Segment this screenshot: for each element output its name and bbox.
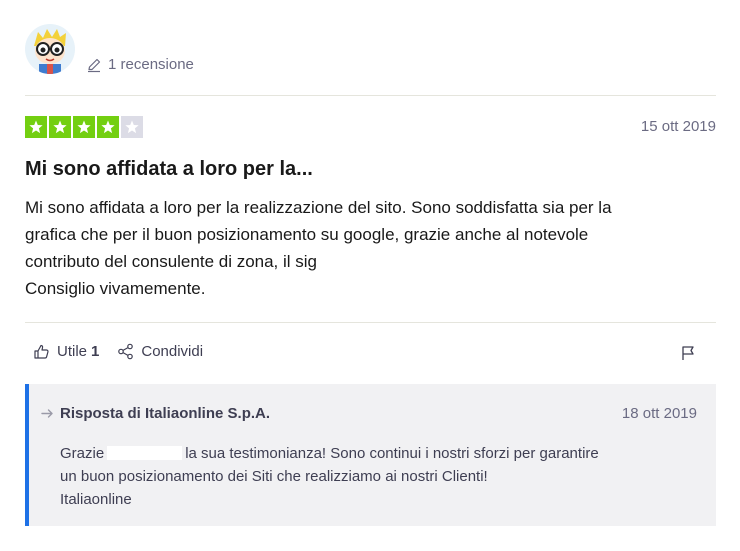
divider <box>25 95 716 96</box>
reviewer-avatar[interactable] <box>25 24 75 74</box>
review-body-line: grafica che per il buon posizionamento s… <box>25 225 589 244</box>
reply-line: un buon posizionamento dei Siti che real… <box>60 468 488 485</box>
review-title[interactable]: Mi sono affidata a loro per la... <box>25 158 313 181</box>
review-actions: Utile 1 Condividi <box>33 343 203 360</box>
share-button[interactable]: Condividi <box>117 343 203 360</box>
review-count-label: 1 recensione <box>108 56 194 73</box>
reply-arrow-icon <box>41 409 53 418</box>
redacted-name <box>107 446 183 460</box>
star-rating <box>25 116 143 138</box>
reply-signature: Italiaonline <box>60 491 132 508</box>
review-date: 15 ott 2019 <box>640 118 716 135</box>
review-card: 1 recensione 15 ott 2019 Mi sono affidat… <box>0 0 740 551</box>
company-reply: Risposta di Italiaonline S.p.A. 18 ott 2… <box>25 384 716 526</box>
star-icon <box>97 116 119 138</box>
pencil-icon <box>88 58 101 72</box>
share-icon <box>118 343 134 360</box>
review-body-line: Consiglio vivamemente. <box>25 279 206 298</box>
review-body-line: Mi sono affidata a loro per la realizzaz… <box>25 198 612 217</box>
useful-count: 1 <box>91 343 100 360</box>
reply-body: Grazie la sua testimonianza! Sono continu… <box>60 442 700 511</box>
star-empty-icon <box>121 116 143 138</box>
reply-line: Grazie la sua testimonianza! Sono continu… <box>60 442 700 465</box>
reply-line-end: la sua testimonianza! Sono continui i no… <box>185 445 599 462</box>
review-body-line: contributo del consulente di zona, il si… <box>25 252 318 271</box>
thumbs-up-icon <box>34 344 49 359</box>
reply-line-start: Grazie <box>60 445 105 462</box>
reply-date: 18 ott 2019 <box>621 405 697 422</box>
useful-label: Utile <box>57 343 88 360</box>
useful-button[interactable]: Utile 1 <box>33 343 99 360</box>
star-icon <box>49 116 71 138</box>
divider <box>25 322 716 323</box>
share-label: Condividi <box>141 343 204 360</box>
star-icon <box>25 116 47 138</box>
star-icon <box>73 116 95 138</box>
cartoon-avatar-icon <box>25 24 75 74</box>
review-count[interactable]: 1 recensione <box>86 56 194 73</box>
review-body: Mi sono affidata a loro per la realizzaz… <box>25 194 720 302</box>
flag-icon[interactable] <box>680 345 696 361</box>
reply-title: Risposta di Italiaonline S.p.A. <box>60 405 271 422</box>
